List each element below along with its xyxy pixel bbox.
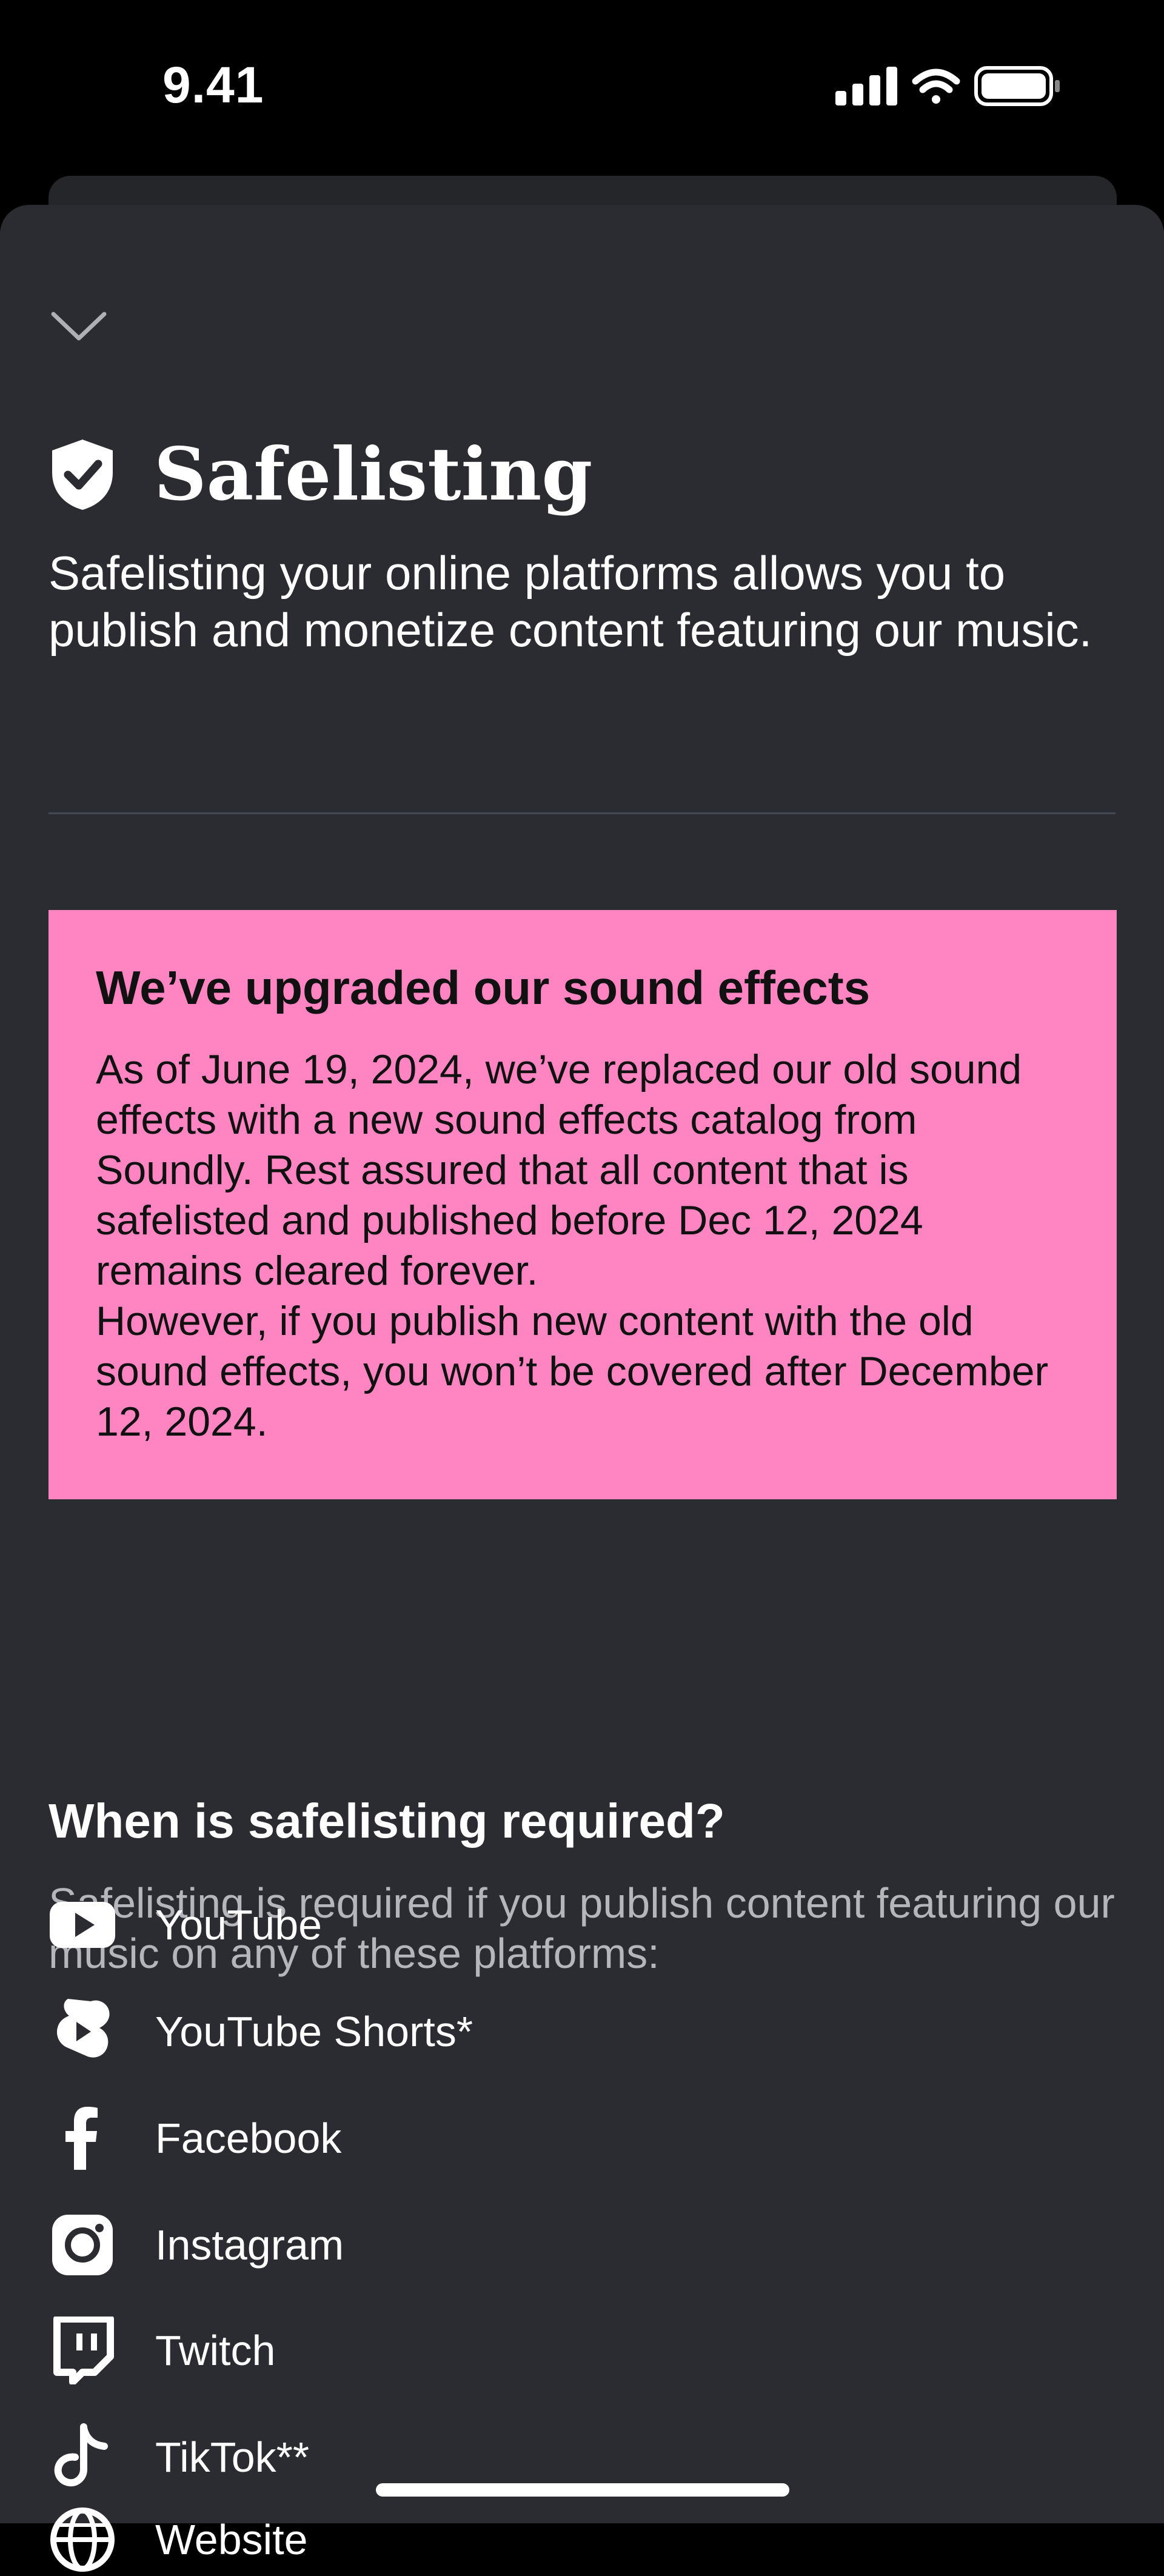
status-icons xyxy=(835,65,1067,108)
youtube-shorts-icon xyxy=(48,1998,116,2066)
platform-label: Instagram xyxy=(155,2221,344,2269)
home-indicator[interactable] xyxy=(376,2483,789,2497)
notice-paragraph-2: However, if you publish new content with… xyxy=(96,1298,1049,1445)
platform-label: TikTok** xyxy=(155,2434,310,2481)
title-row: Safelisting xyxy=(48,426,592,523)
status-time: 9.41 xyxy=(162,56,264,113)
platform-item-instagram: Instagram xyxy=(48,2209,344,2281)
platform-label: YouTube Shorts* xyxy=(155,2008,473,2055)
facebook-icon xyxy=(48,2104,116,2172)
platform-label: YouTube xyxy=(155,1901,323,1949)
cellular-signal-icon xyxy=(835,67,897,105)
collapse-chevron-icon[interactable] xyxy=(48,296,109,356)
platform-item-tiktok: TikTok** xyxy=(48,2421,309,2494)
tiktok-icon xyxy=(48,2423,116,2491)
instagram-icon xyxy=(48,2211,116,2279)
platform-item-facebook: Facebook xyxy=(48,2102,341,2175)
divider xyxy=(48,812,1116,814)
page-title: Safelisting xyxy=(154,432,593,517)
platform-label: Facebook xyxy=(155,2115,342,2162)
platform-item-website: Website xyxy=(48,2503,308,2576)
platform-label: Website xyxy=(155,2516,308,2563)
requirements-title: When is safelisting required? xyxy=(48,1794,725,1848)
battery-icon xyxy=(974,66,1060,106)
status-bar: 9.41 xyxy=(0,0,1164,176)
website-icon xyxy=(48,2506,116,2574)
shield-check-icon xyxy=(48,437,116,512)
platform-label: Twitch xyxy=(155,2327,276,2374)
twitch-icon xyxy=(48,2317,116,2384)
platform-item-youtube: YouTube xyxy=(48,1889,322,1961)
intro-text: Safelisting your online platforms allows… xyxy=(48,546,1092,657)
notice-paragraph-1: As of June 19, 2024, we’ve replaced our … xyxy=(96,1046,1022,1294)
platform-item-youtube-shorts: YouTube Shorts* xyxy=(48,1995,473,2068)
platform-item-twitch: Twitch xyxy=(48,2314,275,2387)
safelisting-sheet: Safelisting Safelisting your online plat… xyxy=(0,205,1164,2523)
sound-effects-notice: We’ve upgraded our sound effects As of J… xyxy=(48,910,1117,1499)
youtube-icon xyxy=(48,1891,116,1959)
notice-title: We’ve upgraded our sound effects xyxy=(96,961,871,1014)
wifi-icon xyxy=(912,69,960,104)
